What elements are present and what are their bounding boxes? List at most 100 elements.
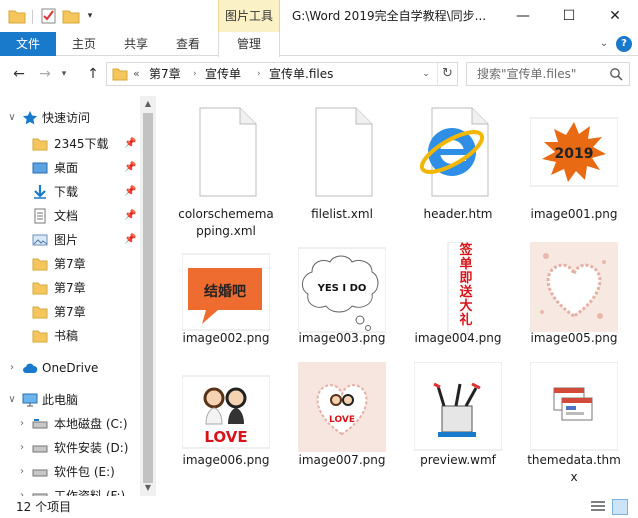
wmf-file-icon (414, 362, 502, 451)
file-item[interactable]: preview.wmf (408, 362, 508, 492)
nav-label: 工作资料 (F:) (54, 489, 126, 496)
nav-drive-e[interactable]: › 软件包 (E:) (0, 460, 140, 484)
chevron-right-icon[interactable]: › (257, 63, 261, 85)
file-item[interactable]: 2019 image001.png (524, 104, 624, 234)
tab-home[interactable]: 主页 (60, 32, 108, 56)
scroll-up-icon[interactable]: ▲ (140, 96, 156, 112)
large-icons-view-icon[interactable] (612, 499, 628, 515)
search-input[interactable]: 搜索"宣传单.files" (466, 62, 630, 86)
nav-item-chapter7[interactable]: 第7章 (0, 252, 140, 276)
maximize-button[interactable]: ☐ (546, 0, 592, 32)
address-bar[interactable]: « 第7章 › 宣传单 › 宣传单.files ⌄ ↻ (106, 62, 458, 86)
address-dropdown-icon[interactable]: ⌄ (419, 63, 433, 85)
customize-toolbar-icon[interactable]: ▾ (84, 7, 96, 25)
nav-drive-d[interactable]: › 软件安装 (D:) (0, 436, 140, 460)
back-arrow-icon[interactable]: ← (10, 65, 28, 83)
drive-icon (32, 469, 48, 477)
breadcrumb-item[interactable]: 第7章 (149, 63, 181, 85)
nav-quick-access[interactable]: ∨ 快速访问 (0, 106, 140, 130)
image-thumbnail: LOVE (298, 362, 386, 452)
cloud-icon (23, 363, 38, 373)
nav-label: 书稿 (54, 329, 79, 343)
file-name: image002.png (182, 331, 270, 345)
chevron-right-icon[interactable]: › (16, 412, 28, 436)
blank-file-icon (199, 107, 257, 197)
star-icon (23, 111, 37, 125)
pin-icon[interactable]: 📌 (124, 156, 136, 180)
file-item[interactable]: filelist.xml (292, 104, 392, 234)
nav-drive-c[interactable]: › 本地磁盘 (C:) (0, 412, 140, 436)
chevron-right-icon[interactable]: › (193, 63, 197, 85)
nav-item-2345download[interactable]: 2345下载 📌 (0, 132, 140, 156)
nav-label: 本地磁盘 (C:) (54, 417, 128, 431)
nav-item-pictures[interactable]: 图片 📌 (0, 228, 140, 252)
folder-icon (32, 282, 48, 295)
pin-icon[interactable]: 📌 (124, 228, 136, 252)
properties-icon[interactable] (40, 7, 58, 25)
folder-icon[interactable] (8, 7, 26, 25)
refresh-icon[interactable]: ↻ (437, 63, 457, 85)
up-arrow-icon[interactable]: ↑ (84, 65, 102, 83)
tab-file[interactable]: 文件 (0, 32, 56, 56)
pin-icon[interactable]: 📌 (124, 180, 136, 204)
file-name: image003.png (298, 331, 386, 345)
chevron-right-icon[interactable]: › (6, 356, 18, 380)
nav-item-chapter7[interactable]: 第7章 (0, 300, 140, 324)
file-item[interactable]: header.htm (408, 104, 508, 234)
nav-label: 图片 (54, 233, 79, 247)
folder-icon (32, 258, 48, 271)
nav-label: 下载 (54, 185, 79, 199)
breadcrumb-item[interactable]: 宣传单 (205, 63, 241, 85)
forward-arrow-icon[interactable]: → (36, 65, 54, 83)
file-item[interactable]: themedata.thm x (524, 362, 624, 492)
svg-text:YES I DO: YES I DO (317, 283, 367, 294)
file-item[interactable]: image005.png (524, 242, 624, 360)
folder-icon (32, 138, 48, 151)
minimize-button[interactable]: — (500, 0, 546, 32)
chevron-right-icon[interactable]: › (16, 436, 28, 460)
details-view-icon[interactable] (590, 500, 606, 514)
new-folder-icon[interactable] (62, 7, 80, 25)
chevron-down-icon[interactable]: ∨ (6, 106, 18, 130)
file-item[interactable]: YES I DO image003.png (292, 242, 392, 360)
chevron-right-icon[interactable]: › (16, 484, 28, 496)
folder-icon (32, 330, 48, 343)
tab-view[interactable]: 查看 (164, 32, 212, 56)
file-item[interactable]: colorschemema pping.xml (176, 104, 276, 238)
file-item[interactable]: 结婚吧 image002.png (176, 242, 276, 360)
theme-file-icon (530, 362, 618, 451)
nav-label: 软件包 (E:) (54, 465, 115, 479)
file-item[interactable]: 签单即送大礼 image004.png (408, 242, 508, 360)
file-item[interactable]: LOVE image007.png (292, 362, 392, 492)
recent-locations-icon[interactable]: ▾ (58, 65, 70, 83)
file-item[interactable]: LOVE image006.png (176, 362, 276, 492)
nav-item-chapter7[interactable]: 第7章 (0, 276, 140, 300)
help-icon[interactable]: ? (616, 36, 632, 52)
tab-share[interactable]: 共享 (112, 32, 160, 56)
nav-this-pc[interactable]: ∨ 此电脑 (0, 388, 140, 412)
nav-item-manuscript[interactable]: 书稿 (0, 324, 140, 348)
chevron-right-icon[interactable]: › (16, 460, 28, 484)
tab-manage[interactable]: 管理 (218, 32, 280, 57)
breadcrumb-item[interactable]: 宣传单.files (269, 63, 333, 85)
drive-icon (32, 445, 48, 453)
nav-item-downloads[interactable]: 下载 📌 (0, 180, 140, 204)
nav-onedrive[interactable]: › OneDrive (0, 356, 140, 380)
nav-drive-f[interactable]: › 工作资料 (F:) (0, 484, 140, 496)
nav-item-documents[interactable]: 文档 📌 (0, 204, 140, 228)
expand-ribbon-icon[interactable]: ⌄ (596, 36, 612, 52)
pin-icon[interactable]: 📌 (124, 204, 136, 228)
scrollbar-thumb[interactable] (143, 113, 153, 483)
close-button[interactable]: ✕ (592, 0, 638, 32)
search-icon (610, 68, 623, 81)
svg-text:2019: 2019 (555, 146, 594, 162)
file-list: colorschemema pping.xml filelist.xml head… (160, 96, 638, 496)
breadcrumb-overflow[interactable]: « (133, 63, 140, 85)
folder-icon (32, 306, 48, 319)
nav-item-desktop[interactable]: 桌面 📌 (0, 156, 140, 180)
scroll-down-icon[interactable]: ▼ (140, 480, 156, 496)
navigation-scrollbar[interactable]: ▲ ▼ (140, 96, 156, 496)
blank-file-icon (315, 107, 373, 197)
chevron-down-icon[interactable]: ∨ (6, 388, 18, 412)
pin-icon[interactable]: 📌 (124, 132, 136, 156)
